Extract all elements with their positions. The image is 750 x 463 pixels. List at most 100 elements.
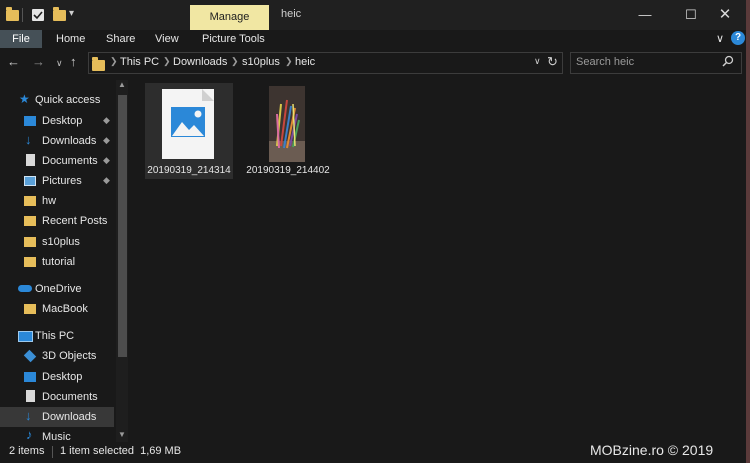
sidebar-item-label: 3D Objects — [42, 350, 97, 362]
breadcrumb-downloads[interactable]: Downloads — [173, 56, 227, 68]
sidebar-item-music[interactable]: ♪ Music — [0, 427, 114, 443]
expand-ribbon-icon[interactable]: ∨ — [716, 32, 724, 45]
search-input[interactable]: Search heic — [576, 56, 634, 68]
address-dropdown-icon[interactable]: ∨ — [534, 56, 541, 67]
desktop-icon — [24, 116, 36, 126]
sidebar-item-onedrive[interactable]: OneDrive — [0, 279, 114, 299]
sidebar-item-label: Downloads — [42, 135, 97, 147]
sidebar-item-s10plus[interactable]: s10plus — [0, 232, 114, 252]
forward-icon[interactable]: → — [32, 54, 45, 69]
sidebar-item-3d-objects[interactable]: 3D Objects — [0, 346, 114, 366]
sidebar-item-label: Documents — [42, 391, 98, 403]
divider — [22, 8, 23, 22]
sidebar-item-label: This PC — [35, 330, 75, 342]
sidebar-item-downloads[interactable]: ↓ Downloads ◆ — [0, 131, 114, 151]
folder-icon — [92, 57, 105, 71]
pin-icon: ◆ — [103, 155, 110, 165]
tab-manage[interactable]: Manage — [190, 5, 269, 30]
downloads-icon: ↓ — [25, 408, 32, 423]
image-placeholder-icon — [162, 89, 214, 159]
sidebar-item-documents[interactable]: Documents ◆ — [0, 151, 114, 171]
breadcrumb-separator-icon: ❯ — [110, 56, 118, 66]
scroll-down-icon[interactable]: ▼ — [118, 430, 126, 439]
downloads-icon: ↓ — [25, 132, 32, 147]
breadcrumb-this-pc[interactable]: This PC — [120, 56, 159, 68]
documents-icon — [26, 390, 35, 402]
file-name: 20190319_214314 — [147, 165, 231, 176]
onedrive-icon — [18, 285, 32, 292]
status-item-count: 2 items — [9, 445, 45, 457]
sidebar-item-label: MacBook — [42, 303, 88, 315]
window-title: heic — [281, 8, 302, 20]
star-icon: ★ — [19, 92, 30, 106]
sidebar-item-label: Music — [42, 431, 71, 443]
folder-icon — [6, 7, 19, 23]
file-item[interactable]: 20190319_214314 — [145, 83, 233, 179]
pin-icon: ◆ — [103, 135, 110, 145]
3d-objects-icon — [23, 349, 37, 363]
back-icon[interactable]: ← — [7, 54, 20, 69]
folder-icon — [24, 216, 36, 226]
sidebar-item-pictures[interactable]: Pictures ◆ — [0, 171, 114, 191]
tab-view[interactable]: View — [155, 30, 179, 48]
sidebar-item-label: Desktop — [42, 371, 83, 383]
tab-file[interactable]: File — [0, 30, 42, 48]
search-icon[interactable] — [722, 55, 734, 70]
pin-icon: ◆ — [103, 115, 110, 125]
documents-icon — [26, 154, 35, 166]
sidebar-item-label: Recent Posts — [42, 215, 108, 227]
sidebar-item-macbook[interactable]: MacBook — [0, 299, 114, 319]
address-bar[interactable] — [88, 52, 563, 74]
sidebar-item-tutorial[interactable]: tutorial — [0, 252, 114, 272]
explorer-window: ▾ Manage heic — ☐ ✕ File Home Share View… — [0, 0, 746, 463]
sidebar-item-label: Pictures — [42, 175, 82, 187]
breadcrumb-separator-icon: ❯ — [285, 56, 293, 66]
folder-icon — [24, 304, 36, 314]
status-selection: 1 item selected 1,69 MB — [60, 445, 182, 457]
breadcrumb-s10plus[interactable]: s10plus — [242, 56, 280, 68]
folder-icon — [24, 196, 36, 206]
sidebar-item-pc-downloads[interactable]: ↓ Downloads — [0, 407, 114, 427]
sidebar-scroll-thumb[interactable] — [118, 95, 127, 357]
tab-share[interactable]: Share — [106, 30, 135, 48]
breadcrumb-separator-icon: ❯ — [231, 56, 239, 66]
customize-quick-access-icon[interactable]: ▾ — [69, 8, 74, 19]
sidebar-item-recent-posts[interactable]: Recent Posts — [0, 211, 114, 231]
computer-icon — [18, 331, 33, 342]
music-icon: ♪ — [26, 427, 33, 442]
recent-locations-icon[interactable]: ∨ — [56, 58, 63, 69]
sidebar-item-label: Quick access — [35, 94, 101, 106]
tab-picture-tools[interactable]: Picture Tools — [202, 30, 265, 48]
help-icon[interactable]: ? — [731, 31, 745, 45]
file-item[interactable]: 20190319_214402 — [244, 83, 332, 179]
breadcrumb-heic[interactable]: heic — [295, 56, 315, 68]
sidebar-item-quick-access[interactable]: ★ Quick access — [0, 90, 114, 110]
pin-icon: ◆ — [103, 175, 110, 185]
new-folder-icon[interactable] — [53, 7, 66, 23]
sidebar-item-label: Downloads — [42, 411, 97, 423]
tab-home[interactable]: Home — [56, 30, 85, 48]
minimize-icon[interactable]: — — [622, 0, 668, 30]
sidebar-item-pc-desktop[interactable]: Desktop — [0, 367, 114, 387]
folder-icon — [24, 257, 36, 267]
sidebar-item-label: tutorial — [42, 256, 76, 268]
sidebar-item-desktop[interactable]: Desktop ◆ — [0, 111, 114, 131]
sidebar-item-this-pc[interactable]: This PC — [0, 326, 114, 346]
watermark: MOBzine.ro © 2019 — [590, 442, 714, 458]
file-name: 20190319_214402 — [246, 165, 330, 176]
divider — [52, 446, 53, 458]
sidebar-item-label: Desktop — [42, 115, 83, 127]
up-icon[interactable]: ↑ — [70, 54, 77, 69]
scroll-up-icon[interactable]: ▲ — [118, 80, 126, 89]
properties-icon[interactable] — [32, 9, 44, 21]
close-icon[interactable]: ✕ — [702, 0, 746, 30]
pictures-icon — [24, 176, 36, 186]
desktop-icon — [24, 372, 36, 382]
refresh-icon[interactable]: ↻ — [547, 54, 558, 70]
sidebar-item-hw[interactable]: hw — [0, 191, 114, 211]
sidebar-item-pc-documents[interactable]: Documents — [0, 387, 114, 407]
breadcrumb-separator-icon: ❯ — [163, 56, 171, 66]
sidebar-item-label: hw — [42, 195, 57, 207]
sidebar-item-label: OneDrive — [35, 283, 82, 295]
folder-icon — [24, 237, 36, 247]
